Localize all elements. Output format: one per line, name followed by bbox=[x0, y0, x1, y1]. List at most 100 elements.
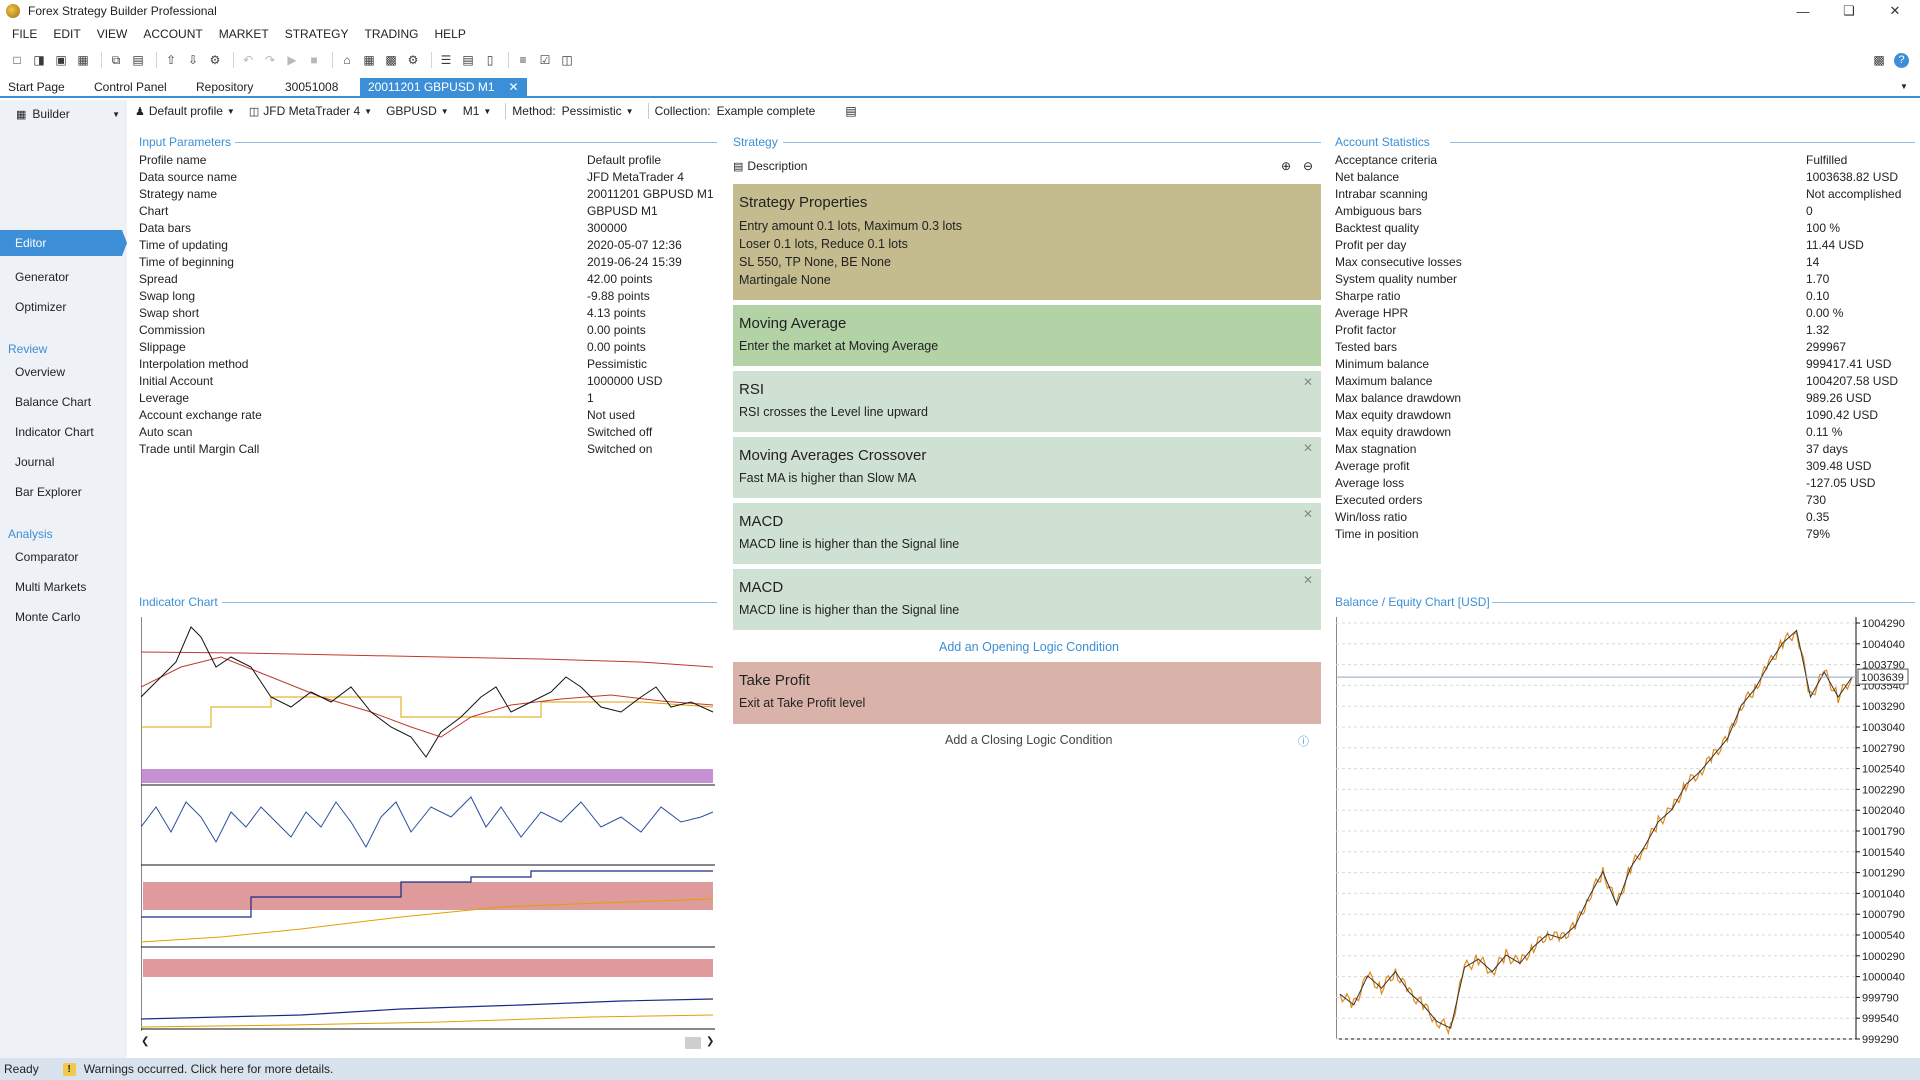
sidebar-item-balance-chart[interactable]: Balance Chart bbox=[15, 395, 91, 409]
tab-start-page[interactable]: Start Page bbox=[0, 78, 73, 96]
menu-view[interactable]: VIEW bbox=[89, 27, 136, 41]
menu-market[interactable]: MARKET bbox=[211, 27, 277, 41]
settings-icon[interactable]: ⚙ bbox=[404, 51, 422, 69]
collection-value: Example complete bbox=[716, 104, 816, 118]
toolbar: □ ◨ ▣ ▦ ⧉ ▤ ⇧ ⇩ ⚙ ↶ ↷ ▶ ■ ⌂ ▦ ▩ ⚙ ☰ ▤ ▯ … bbox=[0, 48, 1920, 72]
sidebar-item-journal[interactable]: Journal bbox=[15, 455, 54, 469]
open-slot-ma-crossover[interactable]: Moving Averages Crossover Fast MA is hig… bbox=[733, 437, 1321, 498]
sidebar-item-generator[interactable]: Generator bbox=[15, 270, 69, 284]
collection-settings-icon[interactable]: ▤ bbox=[845, 104, 856, 118]
remove-slot-icon[interactable]: ✕ bbox=[1303, 441, 1313, 455]
remove-slot-icon[interactable]: ✕ bbox=[1303, 375, 1313, 389]
open-slot-macd-2[interactable]: MACD MACD line is higher than the Signal… bbox=[733, 569, 1321, 630]
y-tick-label: 1002290 bbox=[1862, 784, 1905, 796]
indicator-chart[interactable] bbox=[140, 617, 715, 1031]
section-divider bbox=[222, 602, 717, 603]
briefcase-icon[interactable]: ◫ bbox=[558, 51, 576, 69]
method-dropdown[interactable]: Pessimistic ▼ bbox=[562, 104, 634, 118]
sidebar-item-editor[interactable]: Editor bbox=[0, 230, 127, 256]
balance-equity-chart[interactable]: 1004290 1004040 1003790 1003540 1003290 10030… bbox=[1335, 617, 1920, 1046]
document-icon[interactable]: ▤ bbox=[459, 51, 477, 69]
close-window-button[interactable]: ✕ bbox=[1872, 0, 1918, 22]
new-icon[interactable]: □ bbox=[8, 51, 26, 69]
save-as-icon[interactable]: ▦ bbox=[74, 51, 92, 69]
open-slot-macd[interactable]: MACD MACD line is higher than the Signal… bbox=[733, 503, 1321, 564]
folder-check-icon[interactable]: ☑ bbox=[536, 51, 554, 69]
sidebar-item-multi-markets[interactable]: Multi Markets bbox=[15, 580, 86, 594]
toolbar-separator bbox=[101, 52, 102, 68]
calculator-icon[interactable]: ▩ bbox=[382, 51, 400, 69]
ip-value: JFD MetaTrader 4 bbox=[587, 170, 684, 184]
remove-slot-icon[interactable]: ✕ bbox=[1303, 507, 1313, 521]
help-icon[interactable]: ? bbox=[1894, 52, 1909, 68]
remove-slot-icon[interactable]: ✕ bbox=[1303, 573, 1313, 587]
as-value: 1.32 bbox=[1806, 323, 1830, 337]
sidebar-item-optimizer[interactable]: Optimizer bbox=[15, 300, 66, 314]
menu-help[interactable]: HELP bbox=[427, 27, 474, 41]
tab-repository[interactable]: Repository bbox=[188, 78, 261, 96]
sidebar-item-overview[interactable]: Overview bbox=[15, 365, 65, 379]
open-slot-moving-average[interactable]: Moving Average Enter the market at Movin… bbox=[733, 305, 1321, 366]
sidebar-item-bar-explorer[interactable]: Bar Explorer bbox=[15, 485, 82, 499]
info-icon[interactable]: ⓘ bbox=[1298, 733, 1309, 749]
add-closing-condition-link[interactable]: Add a Closing Logic Condition bbox=[945, 733, 1112, 747]
warning-icon[interactable]: ! bbox=[62, 1062, 76, 1076]
period-dropdown[interactable]: M1 ▼ bbox=[463, 104, 492, 118]
tab-control-panel[interactable]: Control Panel bbox=[86, 78, 175, 96]
undo-icon[interactable]: ↶ bbox=[239, 51, 257, 69]
chat-icon[interactable]: ▩ bbox=[1870, 51, 1888, 69]
stop-icon[interactable]: ■ bbox=[305, 51, 323, 69]
save-icon[interactable]: ▣ bbox=[52, 51, 70, 69]
tabs-dropdown-icon[interactable]: ▼ bbox=[1900, 82, 1908, 91]
sidebar-item-monte-carlo[interactable]: Monte Carlo bbox=[15, 610, 80, 624]
sort-icon[interactable]: ≡ bbox=[514, 51, 532, 69]
export-icon[interactable]: ⇩ bbox=[184, 51, 202, 69]
strategy-properties-block[interactable]: Strategy Properties Entry amount 0.1 lot… bbox=[733, 184, 1321, 300]
sidebar-item-comparator[interactable]: Comparator bbox=[15, 550, 78, 564]
menu-account[interactable]: ACCOUNT bbox=[135, 27, 210, 41]
status-warning-link[interactable]: Warnings occurred. Click here for more d… bbox=[84, 1062, 334, 1076]
description-button[interactable]: Description bbox=[747, 159, 807, 173]
copy-icon[interactable]: ⧉ bbox=[107, 51, 125, 69]
tools-icon[interactable]: ⚙ bbox=[206, 51, 224, 69]
indicator-chart-scrollbar[interactable]: ❮ ❯ bbox=[141, 1036, 715, 1050]
menu-file[interactable]: FILE bbox=[4, 27, 45, 41]
slot-title: Moving Averages Crossover bbox=[739, 447, 927, 464]
ip-key: Swap long bbox=[139, 289, 196, 303]
add-opening-condition-link[interactable]: Add an Opening Logic Condition bbox=[939, 640, 1119, 654]
sidebar-item-indicator-chart[interactable]: Indicator Chart bbox=[15, 425, 94, 439]
app-logo-icon bbox=[6, 4, 20, 18]
open-icon[interactable]: ◨ bbox=[30, 51, 48, 69]
as-value: 1090.42 USD bbox=[1806, 408, 1879, 422]
builder-dropdown[interactable]: ▦ Builder ▼ bbox=[16, 104, 122, 124]
zoom-in-icon[interactable]: ⊕ bbox=[1281, 159, 1291, 173]
as-value: 11.44 USD bbox=[1806, 238, 1864, 252]
tab-30051008[interactable]: 30051008 bbox=[277, 78, 346, 96]
y-tick-label: 1000540 bbox=[1862, 930, 1905, 942]
home-icon[interactable]: ⌂ bbox=[338, 51, 356, 69]
maximize-button[interactable]: ❏ bbox=[1826, 0, 1872, 22]
user-icon: ♟ bbox=[135, 105, 145, 118]
menu-edit[interactable]: EDIT bbox=[45, 27, 88, 41]
page-icon[interactable]: ▯ bbox=[481, 51, 499, 69]
close-tab-icon[interactable]: ✕ bbox=[509, 80, 519, 94]
paste-icon[interactable]: ▤ bbox=[129, 51, 147, 69]
profile-dropdown[interactable]: ♟ Default profile ▼ bbox=[135, 104, 235, 118]
redo-icon[interactable]: ↷ bbox=[261, 51, 279, 69]
broker-dropdown[interactable]: ◫ JFD MetaTrader 4 ▼ bbox=[249, 104, 372, 118]
scroll-thumb[interactable] bbox=[685, 1037, 701, 1049]
import-icon[interactable]: ⇧ bbox=[162, 51, 180, 69]
zoom-out-icon[interactable]: ⊖ bbox=[1303, 159, 1313, 173]
menu-strategy[interactable]: STRATEGY bbox=[277, 27, 357, 41]
close-slot-take-profit[interactable]: Take Profit Exit at Take Profit level bbox=[733, 662, 1321, 724]
symbol-dropdown[interactable]: GBPUSD ▼ bbox=[386, 104, 449, 118]
menu-trading[interactable]: TRADING bbox=[357, 27, 427, 41]
open-slot-rsi[interactable]: RSI RSI crosses the Level line upward ✕ bbox=[733, 371, 1321, 432]
table-icon[interactable]: ▦ bbox=[360, 51, 378, 69]
list-icon[interactable]: ☰ bbox=[437, 51, 455, 69]
tab-strategy-active[interactable]: 20011201 GBPUSD M1 ✕ bbox=[360, 78, 527, 96]
scroll-left-icon[interactable]: ❮ bbox=[141, 1036, 149, 1047]
minimize-button[interactable]: — bbox=[1780, 0, 1826, 22]
scroll-right-icon[interactable]: ❯ bbox=[706, 1036, 714, 1047]
play-icon[interactable]: ▶ bbox=[283, 51, 301, 69]
